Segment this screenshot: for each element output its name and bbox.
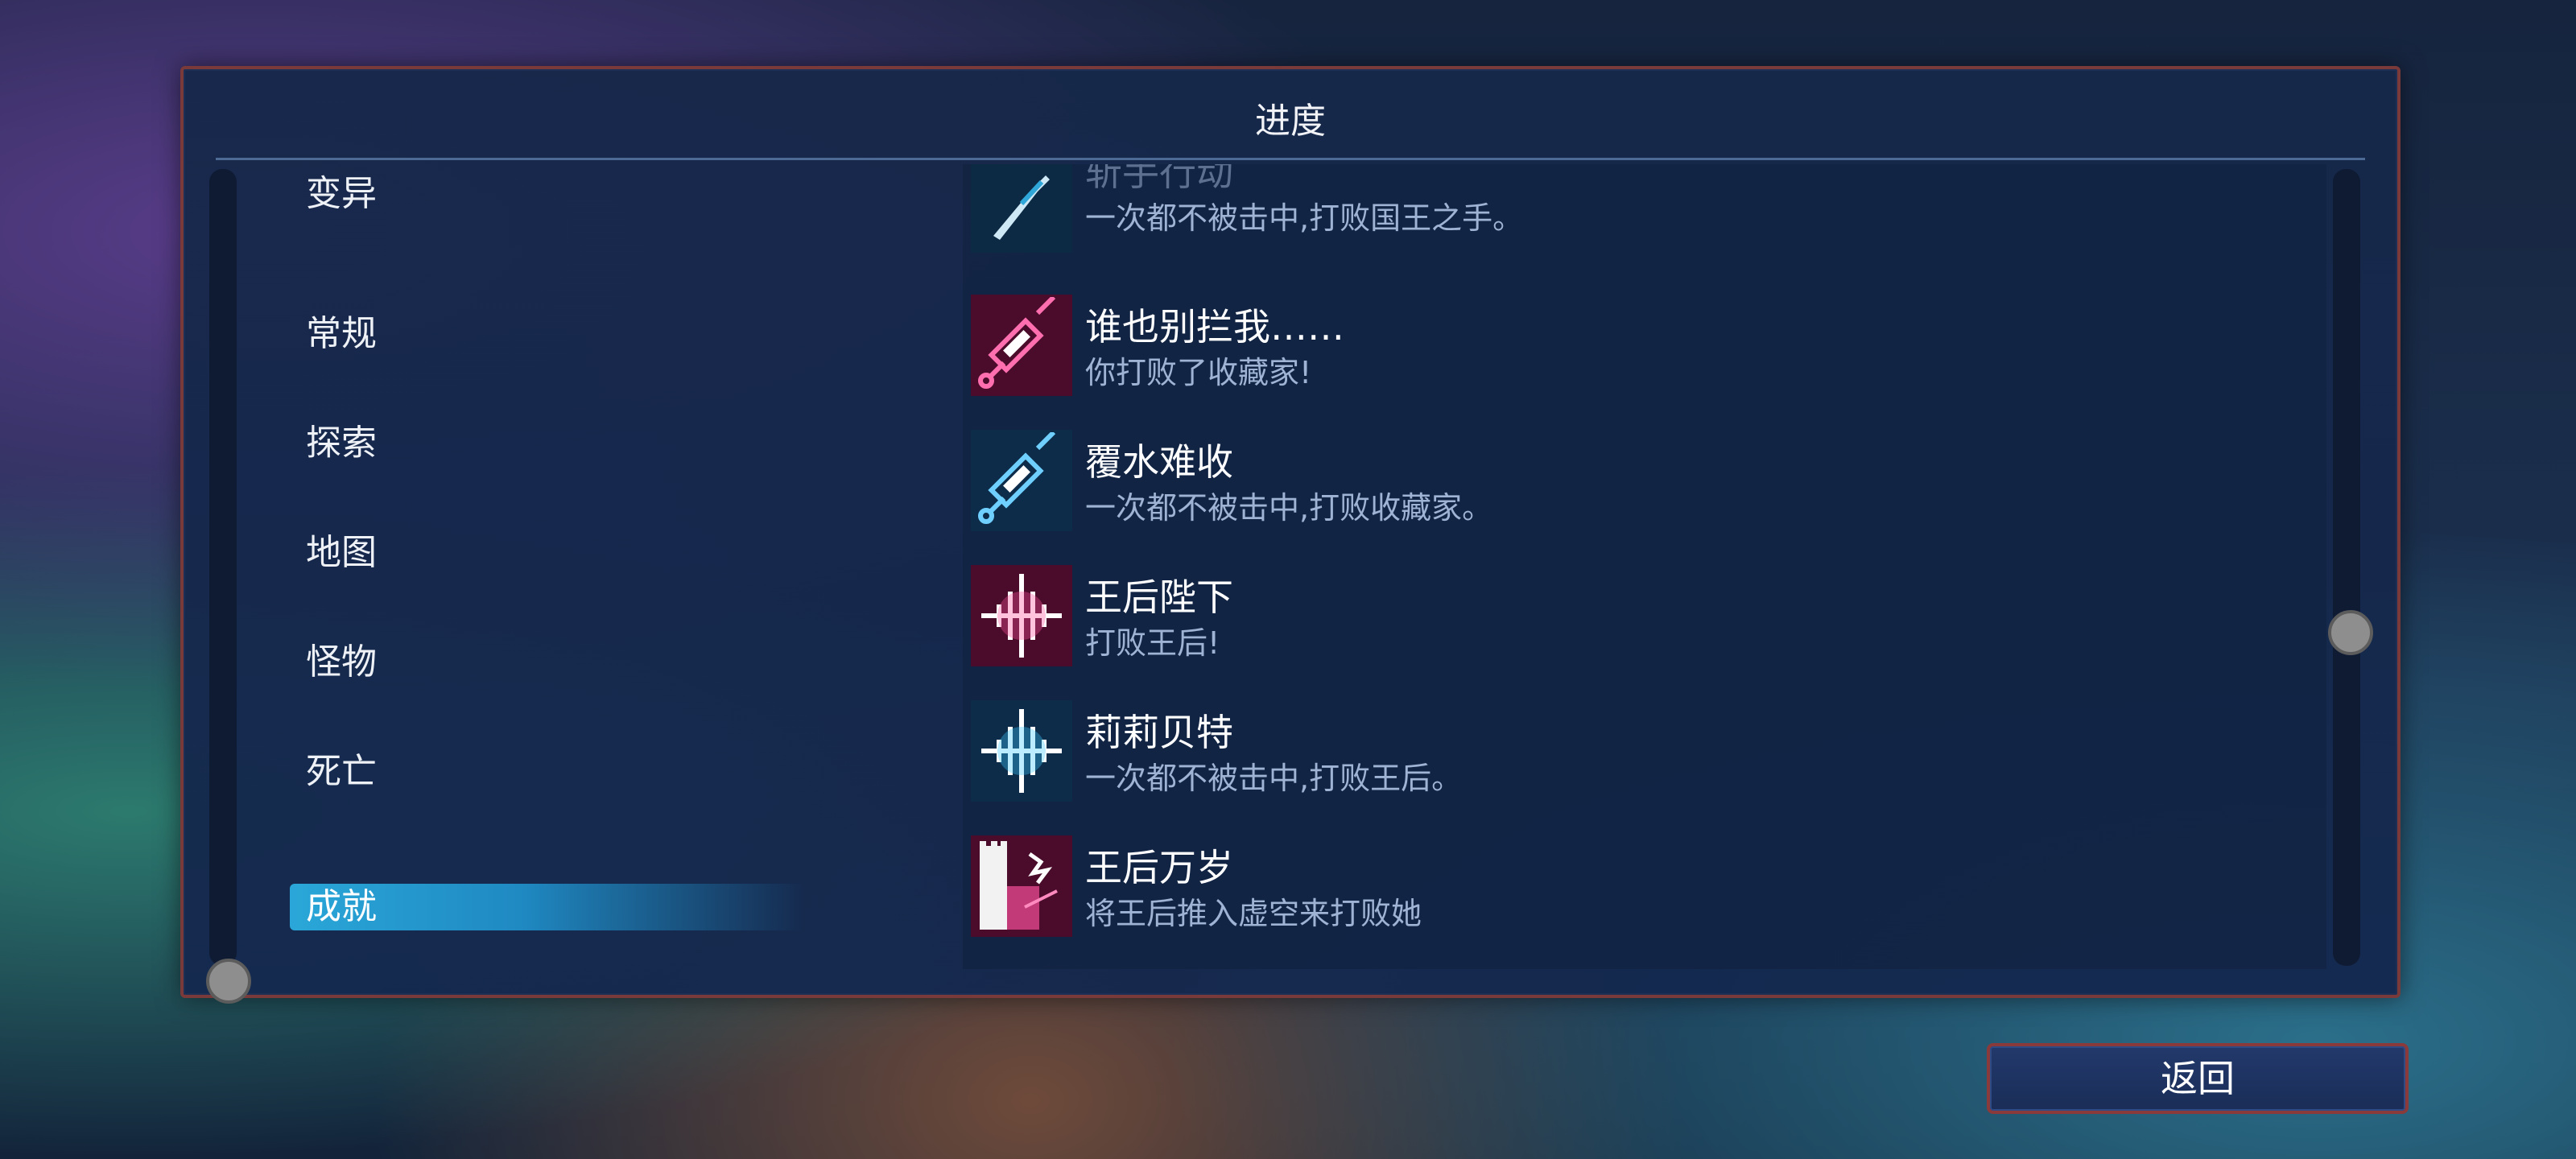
achievement-name: 斩手行动 — [1085, 164, 1233, 194]
achievement-item[interactable]: 王后陛下 打败王后! — [971, 565, 2307, 671]
achievement-scrollbar-thumb[interactable] — [2328, 610, 2373, 655]
category-deaths[interactable]: 死亡 — [306, 742, 377, 794]
syringe-icon — [971, 430, 1072, 531]
soundwave-icon — [971, 700, 1072, 802]
category-achievements[interactable]: 成就 — [290, 884, 805, 930]
achievement-item[interactable]: 覆水难收 一次都不被击中,打败收藏家。 — [971, 430, 2307, 536]
blade-icon — [971, 164, 1072, 253]
achievement-name: 覆水难收 — [1085, 440, 1233, 484]
panel-title: 进度 — [1255, 101, 1326, 142]
achievement-name: 莉莉贝特 — [1085, 711, 1233, 754]
achievement-item[interactable]: 斩手行动 一次都不被击中,打败国王之手。 — [971, 164, 2307, 253]
achievement-name: 谁也别拦我…… — [1085, 305, 1344, 349]
category-scrollbar-track[interactable] — [209, 169, 237, 966]
achievement-name: 王后陛下 — [1085, 575, 1233, 619]
achievement-item[interactable]: 王后万岁 将王后推入虚空来打败她 — [971, 835, 2307, 942]
title-divider — [216, 158, 2365, 160]
achievement-desc: 一次都不被击中,打败王后。 — [1085, 761, 1463, 796]
achievement-item[interactable]: 莉莉贝特 一次都不被击中,打败王后。 — [971, 700, 2307, 806]
category-map[interactable]: 地图 — [306, 523, 377, 575]
soundwave-icon — [971, 565, 1072, 666]
category-mutations[interactable]: 变异 — [306, 164, 377, 216]
achievement-desc: 打败王后! — [1085, 625, 1220, 661]
category-exploration[interactable]: 探索 — [306, 414, 377, 465]
category-scrollbar-thumb[interactable] — [206, 959, 251, 1004]
back-button[interactable]: 返回 — [1987, 1043, 2409, 1114]
syringe-icon — [971, 295, 1072, 396]
achievement-desc: 你打败了收藏家! — [1085, 355, 1312, 390]
achievement-desc: 一次都不被击中,打败收藏家。 — [1085, 490, 1493, 526]
progress-panel: 进度 变异 常规 探索 地图 怪物 死亡 成就 斩手行动 一次都不被击中,打败国… — [180, 66, 2401, 1004]
achievement-scrollbar-track[interactable] — [2333, 169, 2360, 966]
achievement-desc: 一次都不被击中,打败国王之手。 — [1085, 200, 1524, 236]
category-general[interactable]: 常规 — [306, 304, 377, 356]
achievement-name: 王后万岁 — [1085, 846, 1233, 889]
tower-icon — [971, 835, 1072, 937]
achievement-item[interactable]: 谁也别拦我…… 你打败了收藏家! — [971, 295, 2307, 401]
achievement-desc: 将王后推入虚空来打败她 — [1085, 896, 1422, 931]
category-monsters[interactable]: 怪物 — [306, 633, 377, 684]
